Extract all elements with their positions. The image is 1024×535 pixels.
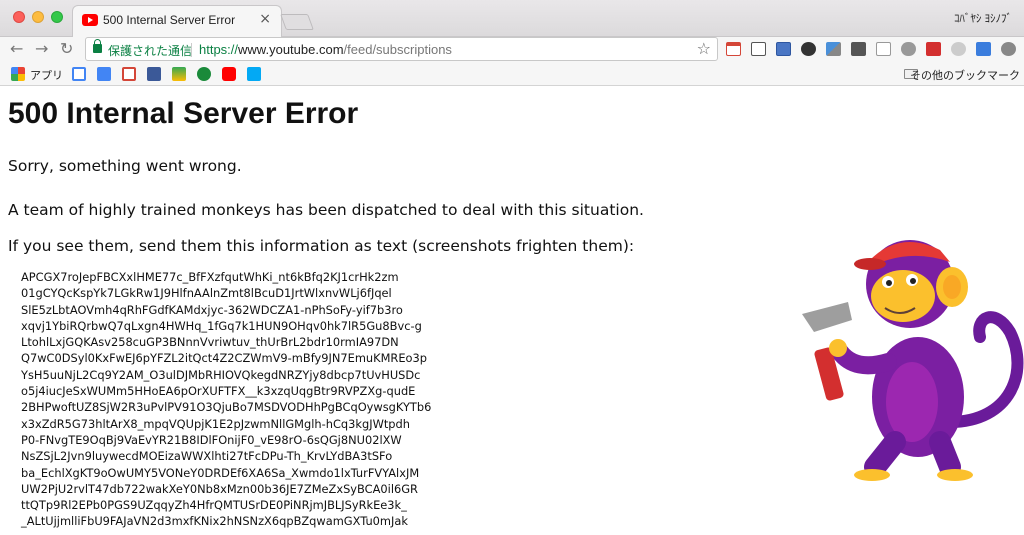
gmail-extension-icon[interactable] bbox=[726, 42, 741, 56]
youtube-favicon-icon bbox=[82, 14, 98, 26]
google-bookmark-icon[interactable] bbox=[72, 67, 86, 81]
puzzle-extension-icon[interactable] bbox=[851, 42, 866, 56]
error-code-line: SlE5zLbtAOVmh4qRhFGdfKAMdxjyc-362WDCZA1-… bbox=[21, 302, 403, 317]
error-code-line: YsH5uuNjL2Cq9Y2AM_O3ulDJMbRHIOVQkegdNRZY… bbox=[21, 367, 421, 382]
error-code-line: ttQTp9Rl2EPb0PGS9UZqqyZh4HfrQMTUSrDE0PiN… bbox=[21, 498, 407, 513]
apps-shortcut[interactable]: アプリ bbox=[30, 67, 63, 83]
error-code-line: _ALtUjjmlliFbU9FAJaVN2d3mxfKNix2hNSNzX6q… bbox=[21, 514, 408, 529]
error-code-line: P0-FNvgTE9OqBj9VaEvYR21B8IDlFOnijF0_vE98… bbox=[21, 432, 402, 447]
secure-connection-label[interactable]: 保護された通信 bbox=[108, 42, 192, 59]
bookmark-star-icon[interactable]: ☆ bbox=[697, 39, 711, 58]
page-content: 500 Internal Server Error Sorry, somethi… bbox=[0, 86, 1024, 535]
forward-button[interactable]: → bbox=[35, 39, 48, 58]
reload-button[interactable]: ↻ bbox=[60, 39, 73, 58]
pen-extension-icon[interactable] bbox=[926, 42, 941, 56]
tab-close-icon[interactable]: × bbox=[259, 11, 271, 27]
sync-extension-icon[interactable] bbox=[951, 42, 966, 56]
error-code-block[interactable]: APCGX7roJepFBCXxlHME77c_BfFXzfqutWhKi_nt… bbox=[21, 269, 431, 530]
address-bar[interactable]: 保護された通信 https://www.youtube.com/feed/sub… bbox=[85, 37, 718, 61]
window-minimize-button[interactable] bbox=[32, 11, 44, 23]
error-code-line: 2BHPwoftUZ8SjW2R3uPvlPV91O3QjuBo7MSDVODH… bbox=[21, 400, 432, 415]
error-code-line: ba_EchlXgKT9oOwUMY5VONeY0DRDEf6XA6Sa_Xwm… bbox=[21, 465, 420, 480]
tab-strip: 500 Internal Server Error × ｺﾊﾞﾔｼ ﾖｼﾉﾌﾞ bbox=[0, 0, 1024, 37]
instructions-message: If you see them, send them this informat… bbox=[8, 237, 635, 255]
sorry-message: Sorry, something went wrong. bbox=[8, 157, 242, 175]
document-extension-icon[interactable] bbox=[876, 42, 891, 56]
gmail-bookmark-icon[interactable] bbox=[122, 67, 136, 81]
monkey-illustration bbox=[802, 240, 1024, 481]
facebook-bookmark-icon[interactable] bbox=[147, 67, 161, 81]
window-close-button[interactable] bbox=[13, 11, 25, 23]
window-maximize-button[interactable] bbox=[51, 11, 63, 23]
chat-extension-icon[interactable] bbox=[976, 42, 991, 56]
error-code-line: 01gCYQcKspYk7LGkRw1J9HlfnAAlnZmt8lBcuD1J… bbox=[21, 286, 392, 301]
error-code-line: LtohlLxjGQKAsv258cuGP3BNnnVvriwtuv_thUrB… bbox=[21, 335, 399, 350]
profile-name[interactable]: ｺﾊﾞﾔｼ ﾖｼﾉﾌﾞ bbox=[954, 10, 1012, 26]
back-button[interactable]: ← bbox=[10, 39, 23, 58]
url-text[interactable]: https://www.youtube.com/feed/subscriptio… bbox=[199, 42, 452, 57]
error-code-line: UW2PjU2rvlT47db722wakXeY0Nb8xMzn00b36JE7… bbox=[21, 481, 418, 496]
error-code-line: NsZSjL2Jvn9luywecdMOEizaWWXlhti27tFcDPu-… bbox=[21, 449, 393, 464]
youtube-bookmark-icon[interactable] bbox=[222, 67, 236, 81]
url-path: /feed/subscriptions bbox=[343, 42, 452, 57]
browser-toolbar: ← → ↻ 保護された通信 https://www.youtube.com/fe… bbox=[0, 37, 1024, 62]
calendar-bookmark-icon[interactable] bbox=[97, 67, 111, 81]
address-separator bbox=[191, 43, 192, 57]
lock-icon bbox=[93, 39, 102, 53]
evernote-bookmark-icon[interactable] bbox=[197, 67, 211, 81]
eyedropper-extension-icon[interactable] bbox=[826, 42, 841, 56]
other-bookmarks[interactable]: その他のブックマーク bbox=[910, 67, 1020, 83]
url-scheme: https:// bbox=[199, 42, 239, 57]
user-extension-icon[interactable] bbox=[1001, 42, 1016, 56]
tab-youtube[interactable]: 500 Internal Server Error × bbox=[72, 5, 282, 37]
page-title: 500 Internal Server Error bbox=[8, 97, 359, 130]
error-code-line: Q7wC0DSyl0KxFwEJ6pYFZL2itQct4Z2CZWmV9-mB… bbox=[21, 351, 427, 366]
flag-bookmark-icon[interactable] bbox=[247, 67, 261, 81]
bookmarks-bar: アプリ その他のブックマーク bbox=[0, 62, 1024, 86]
error-code-line: xqvj1YbiRQrbwQ7qLxgn4HWHq_1fGq7k1HUN9OHq… bbox=[21, 318, 422, 333]
new-tab-button[interactable] bbox=[280, 14, 314, 30]
cloud-extension-icon[interactable] bbox=[901, 42, 916, 56]
cast-extension-icon[interactable] bbox=[751, 42, 766, 56]
calendar-extension-icon[interactable] bbox=[776, 42, 791, 56]
error-code-line: APCGX7roJepFBCXxlHME77c_BfFXzfqutWhKi_nt… bbox=[21, 270, 399, 284]
error-code-line: x3xZdR5G73hltArX8_mpqVQUpjK1E2pJzwmNllGM… bbox=[21, 416, 410, 431]
monkeys-message: A team of highly trained monkeys has bee… bbox=[8, 201, 644, 219]
apps-grid-icon bbox=[11, 67, 25, 81]
settings-extension-icon[interactable] bbox=[801, 42, 816, 56]
maps-bookmark-icon[interactable] bbox=[172, 67, 186, 81]
error-code-line: o5j4iucJeSxWUMm5HHoEA6pOrXUFTFX__k3xzqUq… bbox=[21, 384, 416, 399]
url-host: www.youtube.com bbox=[238, 42, 344, 57]
tab-title: 500 Internal Server Error bbox=[103, 13, 236, 27]
